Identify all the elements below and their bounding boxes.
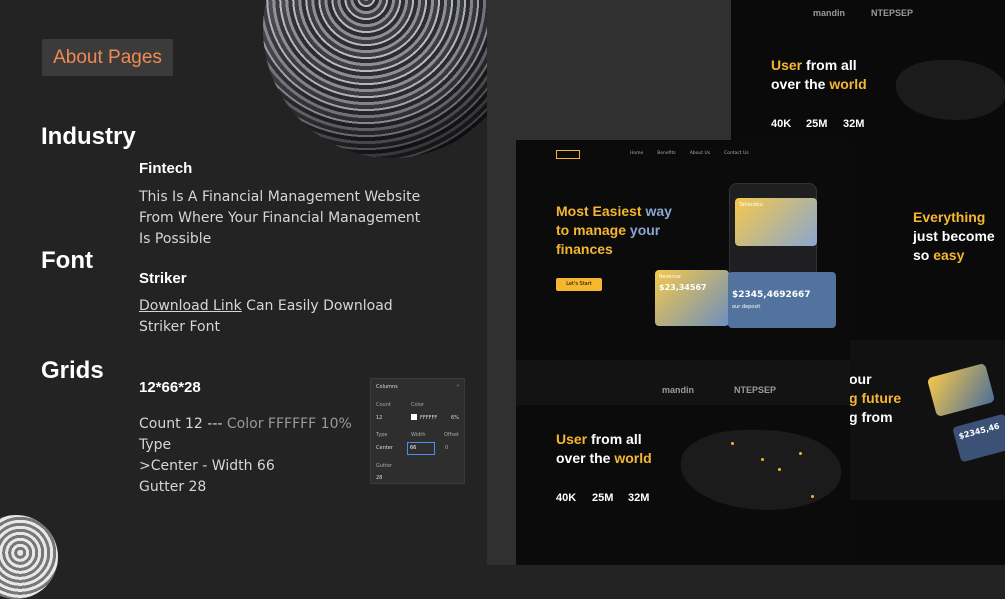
desc-line: This Is A Financial Management Website <box>139 189 421 205</box>
hero-part: to manage <box>556 222 630 238</box>
heading-part: just become <box>913 228 995 244</box>
opacity-input[interactable]: 6% <box>451 415 459 421</box>
map-dot <box>778 468 781 471</box>
type-label: Type <box>376 432 388 438</box>
map-dot <box>761 458 764 461</box>
card-top: Tatiandsu <box>735 198 817 246</box>
everything-heading: Everything just become so easy <box>913 208 995 265</box>
color-input[interactable]: FFFFFF <box>420 415 437 421</box>
width-label: Width <box>411 432 426 438</box>
stat-value: 25M <box>806 118 828 130</box>
heading-part: world <box>614 450 652 466</box>
world-map <box>681 430 841 510</box>
hero-title: Most Easiest way to manage your finances <box>556 202 672 259</box>
gutter-input[interactable]: 28 <box>376 475 382 481</box>
width-input[interactable]: 66 <box>410 445 416 451</box>
hero-part: way <box>645 203 672 219</box>
offset-input[interactable]: 0 <box>445 445 448 451</box>
future-heading: our g future g from <box>849 370 901 427</box>
map-dot <box>811 495 814 498</box>
hero-part: your <box>629 222 661 238</box>
heading-part: from all <box>806 57 857 73</box>
stat-value: 40K <box>556 492 577 504</box>
gutter-label: Gutter <box>376 463 393 469</box>
font-name: Striker <box>139 270 187 287</box>
columns-panel: Columns › Count Color 12 FFFFFF 6% Type … <box>370 378 465 484</box>
grid-text: Gutter 28 <box>139 479 207 495</box>
nav-home[interactable]: Home <box>630 151 643 156</box>
panel-title: Columns <box>376 384 398 390</box>
type-select[interactable]: Center <box>376 445 393 451</box>
stat-value: 32M <box>628 492 650 504</box>
color-label: Color <box>411 402 425 408</box>
deposit-label: our deposit <box>732 304 761 310</box>
revenue-value: $23,34567 <box>659 283 707 292</box>
partner-logo: NTEPSEP <box>871 8 914 18</box>
world-map <box>896 60 1005 120</box>
grid-text: >Center - Width 66 <box>139 458 275 474</box>
site-logo <box>556 150 580 159</box>
stat-value: 25M <box>592 492 614 504</box>
card-name: Tatiandsu <box>739 202 763 208</box>
download-link[interactable]: Download Link <box>139 298 242 314</box>
grid-text: Type <box>139 437 172 453</box>
heading-part: User <box>556 431 592 447</box>
heading-part: so <box>913 247 934 263</box>
stat-value: 40K <box>771 118 792 130</box>
heading-part: our <box>849 371 872 387</box>
grid-spec: 12*66*28 <box>139 379 201 396</box>
nav-benefits[interactable]: Benefits <box>657 151 675 156</box>
count-label: Count <box>376 402 391 408</box>
count-input[interactable]: 12 <box>376 415 382 421</box>
revenue-card: Revenue $23,34567 <box>655 270 729 326</box>
chevron-right-icon[interactable]: › <box>457 383 459 389</box>
lets-start-button[interactable]: Let's Start <box>556 278 602 291</box>
heading-part: g from <box>849 409 893 425</box>
deposit-card: $2345,4692667 our deposit <box>728 272 836 328</box>
color-swatch[interactable] <box>411 414 417 420</box>
font-text: Can Easily Download <box>241 298 393 314</box>
font-heading: Font <box>41 247 93 274</box>
industry-name: Fintech <box>139 160 193 177</box>
nav-contact[interactable]: Contact Us <box>724 151 749 156</box>
map-dot <box>799 452 802 455</box>
grids-heading: Grids <box>41 357 104 384</box>
heading-part: over the <box>771 76 830 92</box>
heading-part: over the <box>556 450 615 466</box>
heading-part: g future <box>849 390 902 406</box>
partner-logo: NTEPSEP <box>734 385 777 395</box>
heading-part: from all <box>591 431 642 447</box>
revenue-label: Revenue <box>659 274 681 280</box>
hero-part: finances <box>556 241 613 257</box>
heading-part: User <box>771 57 807 73</box>
grid-color-text: Color FFFFFF 10% <box>222 416 352 432</box>
mockup-front: Home Benefits About Us Contact Us Most E… <box>516 140 850 565</box>
partners-strip: mandin NTEPSEP <box>516 360 850 405</box>
heading-part: Everything <box>913 209 986 225</box>
partner-logo: mandin <box>662 385 695 395</box>
desc-line: Is Possible <box>139 231 212 247</box>
world-heading-top: User from all over the world <box>771 56 867 94</box>
about-pages-tag: About Pages <box>42 39 173 76</box>
stat-value: 32M <box>843 118 865 130</box>
deposit-value: $2345,4692667 <box>732 290 811 300</box>
industry-description: This Is A Financial Management Website F… <box>139 187 420 250</box>
font-description: Download Link Can Easily Download Strike… <box>139 296 393 338</box>
desc-line: From Where Your Financial Management <box>139 210 421 226</box>
hero-part: Most Easiest <box>556 203 646 219</box>
font-text: Striker Font <box>139 319 220 335</box>
map-dot <box>731 442 734 445</box>
grid-text: Count 12 --- <box>139 416 223 432</box>
offset-label: Offset <box>444 432 460 438</box>
heading-part: easy <box>933 247 965 263</box>
heading-part: world <box>829 76 867 92</box>
nav-about[interactable]: About Us <box>690 151 710 156</box>
industry-heading: Industry <box>41 123 136 150</box>
partner-logo: mandin <box>813 8 846 18</box>
preview-area: mandin NTEPSEP User from all over the wo… <box>487 0 1005 565</box>
grid-description: Count 12 --- Color FFFFFF 10% Type >Cent… <box>139 414 352 498</box>
world-heading: User from all over the world <box>556 430 652 468</box>
